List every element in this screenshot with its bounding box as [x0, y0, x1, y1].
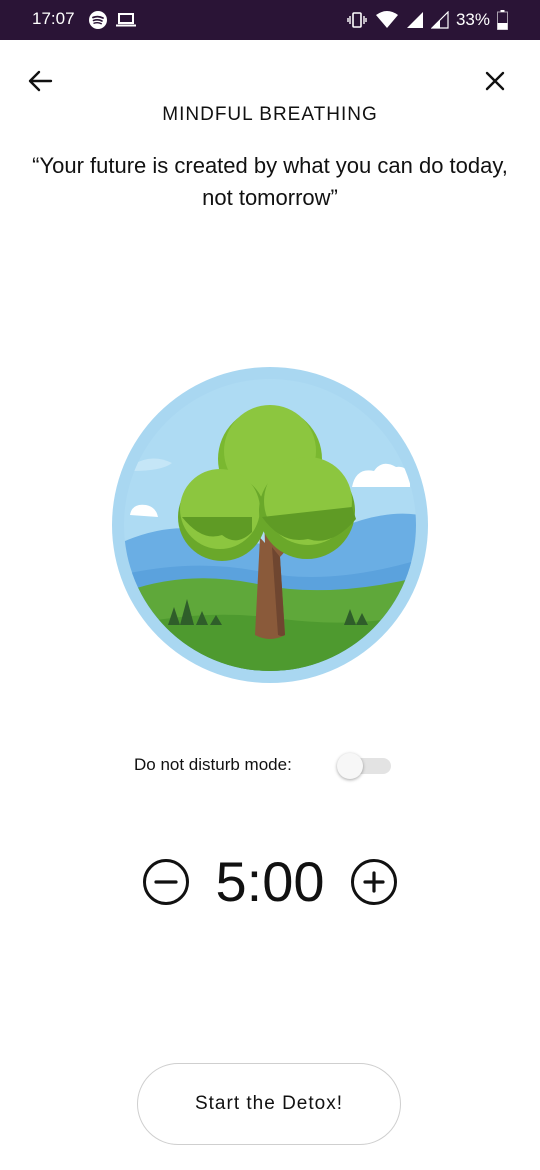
- minus-circle-icon: [143, 859, 189, 905]
- signal-icon: [406, 12, 423, 28]
- page-title: MINDFUL BREATHING: [162, 104, 378, 125]
- status-time: 17:07: [32, 9, 75, 28]
- battery-icon: [497, 10, 508, 30]
- status-bar: 17:07 33%: [0, 0, 540, 40]
- back-button[interactable]: [18, 59, 62, 103]
- dnd-label: Do not disturb mode:: [134, 755, 292, 774]
- dnd-toggle-knob: [337, 753, 363, 779]
- increment-button[interactable]: [350, 858, 398, 906]
- spotify-icon: [89, 11, 107, 29]
- start-detox-button[interactable]: Start the Detox!: [137, 1063, 401, 1145]
- arrow-left-icon: [28, 70, 53, 92]
- timer-value: 5:00: [215, 850, 325, 913]
- vibrate-icon: [347, 12, 367, 28]
- dnd-toggle[interactable]: [337, 753, 391, 779]
- battery-percent: 33%: [455, 10, 490, 29]
- quote-text: “Your future is created by what you can …: [32, 153, 508, 210]
- signal-icon-2: [430, 11, 449, 29]
- laptop-icon: [116, 13, 136, 27]
- decrement-button[interactable]: [142, 858, 190, 906]
- tree-illustration: [112, 367, 428, 683]
- close-icon: [485, 71, 505, 91]
- status-right-group: 33%: [346, 8, 508, 32]
- start-detox-label: Start the Detox!: [194, 1093, 343, 1114]
- plus-circle-icon: [351, 859, 397, 905]
- close-button[interactable]: [473, 59, 517, 103]
- dnd-row: Do not disturb mode:: [0, 750, 540, 782]
- wifi-icon: [375, 11, 398, 28]
